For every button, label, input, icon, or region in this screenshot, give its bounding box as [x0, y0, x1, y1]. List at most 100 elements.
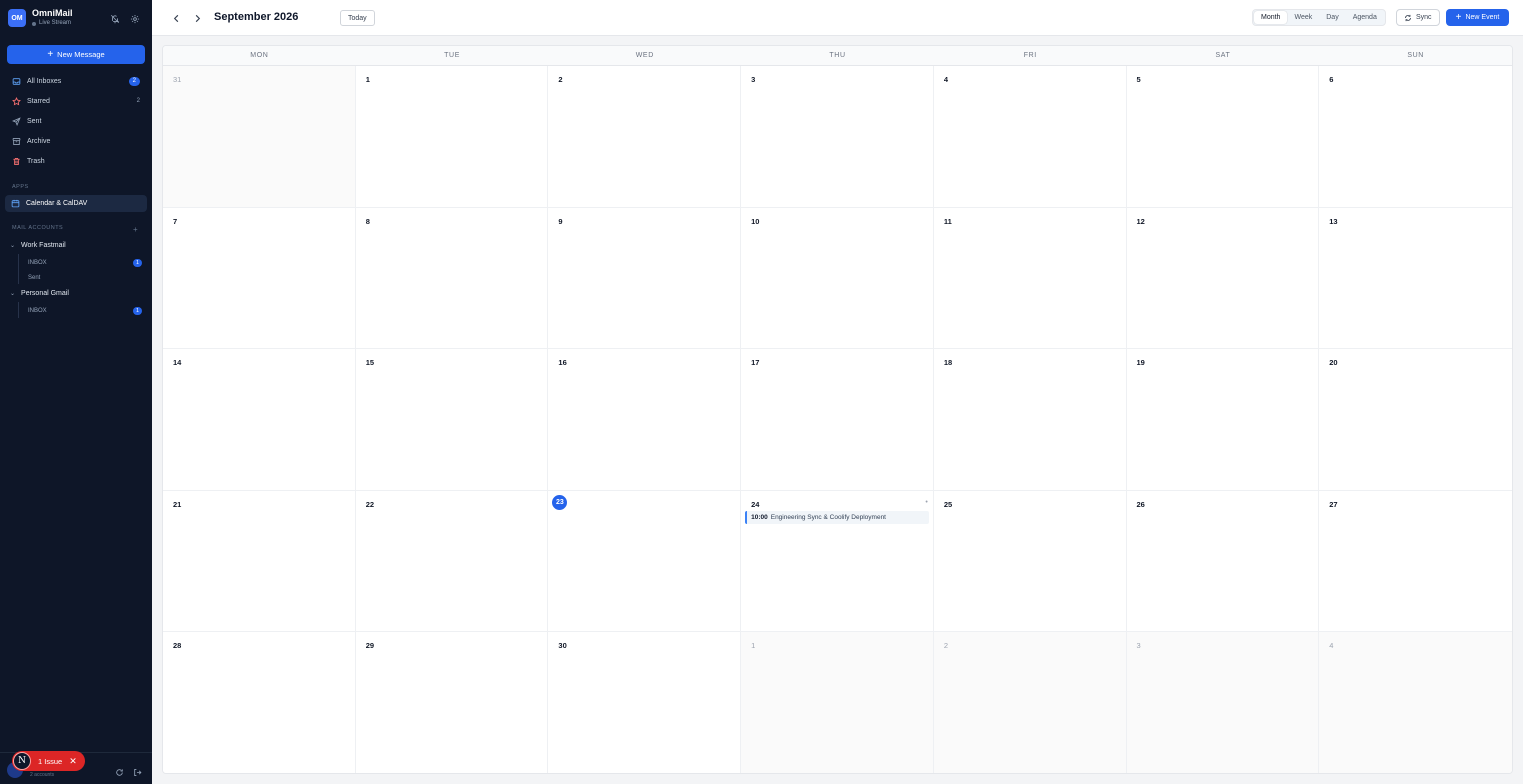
date-number: 5	[1136, 75, 1141, 84]
sync-icon	[1405, 14, 1411, 21]
account-summary: 2 accounts	[30, 772, 55, 778]
folder-work-sent[interactable]: Sent	[28, 273, 142, 283]
nav-label: All Inboxes	[27, 77, 62, 85]
day-cell[interactable]: 6	[1319, 66, 1512, 208]
day-cell[interactable]: 3	[1126, 632, 1320, 773]
plus-icon: +	[1455, 11, 1462, 23]
sync-button[interactable]: Sync	[1396, 9, 1440, 26]
connection-status: Live Stream	[32, 19, 73, 28]
account-personal-gmail[interactable]: ⌄ Personal Gmail	[10, 290, 69, 297]
notifications-off-icon[interactable]	[109, 13, 120, 24]
logout-icon[interactable]	[133, 764, 142, 782]
day-cell[interactable]: 5	[1126, 66, 1320, 208]
date-number: 12	[1136, 216, 1145, 226]
day-cell[interactable]: 4	[933, 66, 1127, 208]
tree-guide-line	[18, 302, 19, 318]
unread-count-badge: 2	[128, 76, 140, 86]
folder-personal-inbox[interactable]: INBOX 1	[28, 306, 142, 316]
weekday-header: FRI	[1023, 52, 1037, 59]
day-cell[interactable]: 25	[933, 490, 1127, 633]
date-number: 10	[751, 216, 760, 226]
day-cell[interactable]: 16	[548, 349, 742, 491]
date-number: 13	[1329, 216, 1338, 226]
day-cell[interactable]: 31	[163, 66, 356, 208]
date-number: 9	[558, 216, 563, 226]
folder-work-inbox[interactable]: INBOX 1	[28, 258, 142, 268]
day-cell[interactable]: 17	[741, 349, 934, 491]
nav-trash[interactable]: Trash	[0, 151, 152, 171]
more-options-icon[interactable]: •	[925, 499, 927, 506]
day-cell[interactable]: 21	[163, 490, 356, 633]
calendar-header: September 2026 Today Month Week Day Agen…	[152, 0, 1523, 36]
day-cell[interactable]: 14	[163, 349, 356, 491]
date-number: 26	[1136, 499, 1145, 509]
day-cell[interactable]: 30	[548, 632, 742, 773]
view-month-tab[interactable]: Month	[1254, 11, 1288, 24]
nav-sent[interactable]: Sent	[0, 111, 152, 131]
day-cell[interactable]: 3	[741, 66, 934, 208]
date-number: 11	[943, 216, 952, 226]
day-cell[interactable]: 18	[933, 349, 1127, 491]
day-cell[interactable]: 2	[933, 632, 1127, 773]
event-title: Engineering Sync & Coolify Deployment	[770, 513, 886, 521]
issue-indicator-button[interactable]: N 1 Issue ✕	[12, 751, 85, 771]
day-cell[interactable]: 7	[163, 207, 356, 350]
weekday-header-row: MON TUE WED THU FRI SAT SUN	[163, 46, 1512, 66]
nav-starred[interactable]: Starred 2	[0, 91, 152, 111]
day-cell[interactable]: 2	[548, 66, 742, 208]
nav-all-inboxes[interactable]: All Inboxes 2	[0, 71, 152, 91]
day-cell[interactable]: 20	[1319, 349, 1512, 491]
day-cell[interactable]: 12	[1126, 207, 1320, 350]
weekday-header: WED	[635, 52, 654, 59]
date-number: 18	[943, 358, 953, 368]
day-cell[interactable]: 4	[1319, 632, 1512, 773]
close-icon[interactable]: ✕	[69, 756, 77, 767]
refresh-icon[interactable]	[115, 764, 124, 782]
day-cell[interactable]: 15	[355, 349, 549, 491]
today-button[interactable]: Today	[340, 10, 375, 26]
account-work-fastmail[interactable]: ⌄ Work Fastmail	[10, 242, 66, 249]
next-month-button[interactable]	[190, 11, 204, 25]
new-event-button[interactable]: + New Event	[1446, 9, 1509, 26]
nav-calendar-caldav[interactable]: Calendar & CalDAV	[5, 195, 147, 212]
day-cell[interactable]: 24 • 10:00 Engineering Sync & Coolify Deplo…	[741, 490, 934, 633]
day-cell[interactable]: 26	[1126, 490, 1320, 633]
day-cell[interactable]: 23	[548, 490, 742, 633]
chevron-right-icon	[195, 14, 200, 22]
day-cell[interactable]: 22	[355, 490, 549, 633]
date-number: 15	[365, 358, 375, 368]
add-account-icon[interactable]: +	[133, 225, 138, 234]
day-cell[interactable]: 19	[1126, 349, 1320, 491]
dev-tools-logo: N	[13, 752, 31, 770]
event-chip[interactable]: 10:00 Engineering Sync & Coolify Deployme…	[745, 510, 929, 524]
date-number: 3	[1136, 641, 1141, 651]
view-agenda-tab[interactable]: Agenda	[1346, 11, 1384, 24]
today-date-number: 23	[552, 494, 568, 510]
day-cell[interactable]: 13	[1319, 207, 1512, 350]
sidebar: OM OmniMail Live Stream + New Message Al…	[0, 0, 152, 784]
trash-icon	[11, 156, 21, 166]
day-cell[interactable]: 1	[741, 632, 934, 773]
day-cell[interactable]: 11	[933, 207, 1127, 350]
day-cell[interactable]: 1	[355, 66, 549, 208]
new-message-button[interactable]: + New Message	[7, 45, 145, 64]
app-logo: OM	[8, 9, 26, 27]
settings-gear-icon[interactable]	[129, 13, 140, 24]
account-name: Personal Gmail	[21, 290, 69, 297]
day-cell[interactable]: 10	[741, 207, 934, 350]
view-week-tab[interactable]: Week	[1287, 11, 1319, 24]
folder-label: Sent	[28, 275, 41, 281]
nav-archive[interactable]: Archive	[0, 131, 152, 151]
chevron-down-icon: ⌄	[10, 243, 16, 249]
day-cell[interactable]: 9	[548, 207, 742, 350]
month-grid: 31 1 2 3 4 5 6 7 8 9 10 11 12 13 14 15 16 17 18 19 20 21 22 23 2…	[163, 66, 1512, 773]
day-cell[interactable]: 8	[355, 207, 549, 350]
weekday-header: SUN	[1407, 52, 1424, 59]
day-cell[interactable]: 27	[1319, 490, 1512, 633]
view-day-tab[interactable]: Day	[1319, 11, 1345, 24]
app-label: Calendar & CalDAV	[26, 200, 88, 207]
folder-count-badge: 1	[132, 259, 142, 267]
day-cell[interactable]: 29	[355, 632, 549, 773]
previous-month-button[interactable]	[169, 11, 183, 25]
day-cell[interactable]: 28	[163, 632, 356, 773]
